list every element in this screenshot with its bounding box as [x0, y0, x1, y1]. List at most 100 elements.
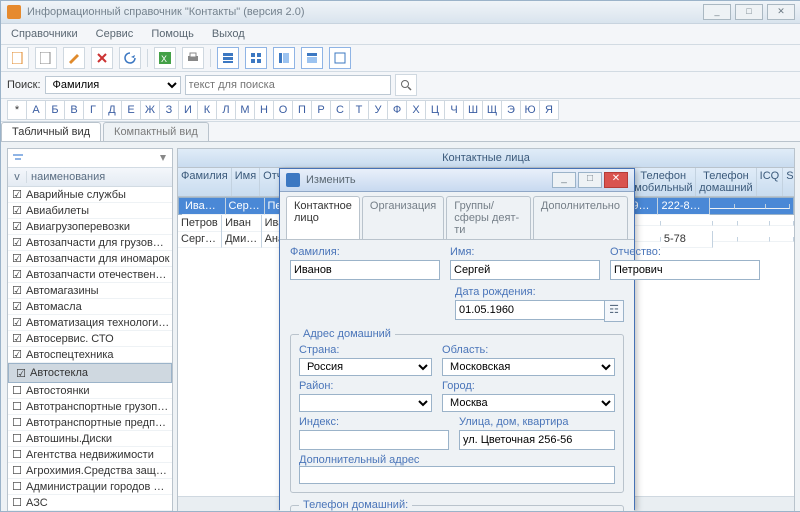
tab-additional[interactable]: Дополнительно: [533, 196, 628, 239]
alpha-Э[interactable]: Э: [501, 100, 521, 120]
tab-organization[interactable]: Организация: [362, 196, 444, 239]
minimize-button[interactable]: _: [703, 4, 731, 20]
list-item[interactable]: ☑Автомагазины: [8, 283, 172, 299]
checkbox-icon[interactable]: ☐: [8, 416, 26, 429]
tab-groups[interactable]: Группы/ сферы деят-ти: [446, 196, 531, 239]
checkbox-icon[interactable]: ☑: [12, 367, 30, 380]
alpha-З[interactable]: З: [159, 100, 179, 120]
alpha-Ш[interactable]: Ш: [463, 100, 483, 120]
checkbox-icon[interactable]: ☐: [8, 432, 26, 445]
search-button[interactable]: [395, 74, 417, 96]
input-firstname[interactable]: [450, 260, 600, 280]
list-item[interactable]: ☑Автосервис. СТО: [8, 331, 172, 347]
select-city[interactable]: Москва: [442, 394, 615, 412]
tab-table-view[interactable]: Табличный вид: [1, 122, 101, 141]
alpha-В[interactable]: В: [64, 100, 84, 120]
tool-view2-icon[interactable]: [245, 47, 267, 69]
alpha-С[interactable]: С: [330, 100, 350, 120]
input-patronymic[interactable]: [610, 260, 760, 280]
alpha-Г[interactable]: Г: [83, 100, 103, 120]
list-item[interactable]: ☐Агрохимия.Средства защиты раст: [8, 463, 172, 479]
list-item[interactable]: ☑Авиабилеты: [8, 203, 172, 219]
checkbox-icon[interactable]: ☑: [8, 284, 26, 297]
select-region[interactable]: Московская: [442, 358, 615, 376]
alpha-Р[interactable]: Р: [311, 100, 331, 120]
alpha-Б[interactable]: Б: [45, 100, 65, 120]
alpha-*[interactable]: *: [7, 100, 27, 120]
search-field-select[interactable]: Фамилия: [45, 76, 181, 94]
sidebar-head-name[interactable]: наименования: [27, 171, 172, 183]
tool-refresh-icon[interactable]: [119, 47, 141, 69]
maximize-button[interactable]: □: [735, 4, 763, 20]
alpha-Т[interactable]: Т: [349, 100, 369, 120]
tab-compact-view[interactable]: Компактный вид: [103, 122, 209, 141]
list-item[interactable]: ☐Автотранспортные грузоперевозки: [8, 399, 172, 415]
checkbox-icon[interactable]: ☑: [8, 188, 26, 201]
list-item[interactable]: ☐Агентства недвижимости: [8, 447, 172, 463]
tool-print-icon[interactable]: [182, 47, 204, 69]
select-country[interactable]: Россия: [299, 358, 432, 376]
search-input[interactable]: [185, 75, 391, 95]
alpha-А[interactable]: А: [26, 100, 46, 120]
input-dob[interactable]: [455, 300, 604, 320]
alpha-Л[interactable]: Л: [216, 100, 236, 120]
tool-view3-icon[interactable]: [273, 47, 295, 69]
menu-help[interactable]: Помощь: [151, 28, 194, 40]
list-item[interactable]: ☐Автостоянки: [8, 383, 172, 399]
dob-calendar-button[interactable]: ☶: [604, 300, 624, 322]
alpha-М[interactable]: М: [235, 100, 255, 120]
menu-service[interactable]: Сервис: [96, 28, 134, 40]
checkbox-icon[interactable]: ☑: [8, 300, 26, 313]
input-street[interactable]: [459, 430, 615, 450]
tool-view4-icon[interactable]: [301, 47, 323, 69]
alpha-О[interactable]: О: [273, 100, 293, 120]
menu-exit[interactable]: Выход: [212, 28, 245, 40]
checkbox-icon[interactable]: ☑: [8, 332, 26, 345]
checkbox-icon[interactable]: ☐: [8, 496, 26, 509]
tab-contact-person[interactable]: Контактное лицо: [286, 196, 360, 239]
dialog-minimize-button[interactable]: _: [552, 172, 576, 188]
checkbox-icon[interactable]: ☐: [8, 448, 26, 461]
column-header[interactable]: Имя: [232, 168, 260, 196]
close-button[interactable]: ✕: [767, 4, 795, 20]
list-item[interactable]: ☑Автоспецтехника: [8, 347, 172, 363]
tool-delete-icon[interactable]: [91, 47, 113, 69]
select-district[interactable]: [299, 394, 432, 412]
column-header[interactable]: Телефон домашний: [696, 168, 756, 196]
dialog-maximize-button[interactable]: □: [578, 172, 602, 188]
column-header[interactable]: Фамилия: [178, 168, 232, 196]
list-item[interactable]: ☐Автошины.Диски: [8, 431, 172, 447]
tool-view5-icon[interactable]: [329, 47, 351, 69]
dialog-close-button[interactable]: ✕: [604, 172, 628, 188]
list-item[interactable]: ☑Автостекла: [8, 363, 172, 383]
alpha-Е[interactable]: Е: [121, 100, 141, 120]
tool-edit-icon[interactable]: [63, 47, 85, 69]
alpha-У[interactable]: У: [368, 100, 388, 120]
tool-new-icon[interactable]: [7, 47, 29, 69]
checkbox-icon[interactable]: ☑: [8, 236, 26, 249]
column-header[interactable]: Телефон мобильный: [631, 168, 696, 196]
tool-excel-icon[interactable]: X: [154, 47, 176, 69]
checkbox-icon[interactable]: ☑: [8, 220, 26, 233]
alpha-Ч[interactable]: Ч: [444, 100, 464, 120]
checkbox-icon[interactable]: ☑: [8, 252, 26, 265]
tool-new2-icon[interactable]: [35, 47, 57, 69]
column-header[interactable]: ICQ: [757, 168, 784, 196]
list-item[interactable]: ☐АЗС: [8, 495, 172, 511]
checkbox-icon[interactable]: ☐: [8, 464, 26, 477]
sidebar-head-check[interactable]: v: [8, 171, 27, 183]
alpha-И[interactable]: И: [178, 100, 198, 120]
alpha-Х[interactable]: Х: [406, 100, 426, 120]
list-item[interactable]: ☑Автозапчасти отечественные: [8, 267, 172, 283]
sidebar-filter-icon[interactable]: [12, 153, 24, 163]
input-extra-address[interactable]: [299, 466, 615, 484]
checkbox-icon[interactable]: ☐: [8, 480, 26, 493]
alpha-Щ[interactable]: Щ: [482, 100, 502, 120]
input-index[interactable]: [299, 430, 449, 450]
alpha-К[interactable]: К: [197, 100, 217, 120]
list-item[interactable]: ☑Автозапчасти для иномарок: [8, 251, 172, 267]
alpha-П[interactable]: П: [292, 100, 312, 120]
checkbox-icon[interactable]: ☐: [8, 384, 26, 397]
tool-view1-icon[interactable]: [217, 47, 239, 69]
column-header[interactable]: Skype: [783, 168, 795, 196]
